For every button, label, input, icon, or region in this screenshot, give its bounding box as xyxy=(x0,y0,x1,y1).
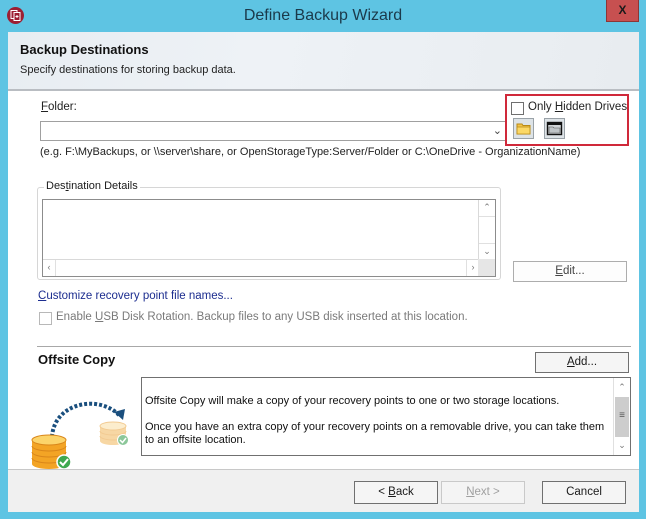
vertical-scrollbar[interactable]: ⌃ ⌄ xyxy=(478,200,495,260)
browse-folder-button[interactable] xyxy=(513,118,534,139)
offsite-description-text: Offsite Copy will make a copy of your re… xyxy=(145,395,609,447)
scroll-down-icon[interactable]: ⌄ xyxy=(479,243,495,260)
wizard-footer: < Back Next > Cancel xyxy=(8,469,639,512)
wizard-client-area: Backup Destinations Specify destinations… xyxy=(8,32,639,512)
title-bar: Define Backup Wizard X xyxy=(0,0,646,32)
scroll-thumb[interactable]: ≡ xyxy=(615,397,629,437)
horizontal-scrollbar[interactable]: ‹ › xyxy=(43,259,479,276)
folder-open-icon xyxy=(516,123,531,135)
vertical-scrollbar[interactable]: ⌃ ≡ ⌄ xyxy=(613,378,630,455)
usb-rotation-checkbox[interactable] xyxy=(39,312,52,325)
remote-check-icon xyxy=(117,434,129,446)
usb-rotation-label: Enable USB Disk Rotation. Backup files t… xyxy=(56,311,468,323)
page-subtitle: Specify destinations for storing backup … xyxy=(20,64,236,76)
scroll-left-icon[interactable]: ‹ xyxy=(43,260,56,276)
offsite-copy-description[interactable]: Offsite Copy will make a copy of your re… xyxy=(141,377,631,456)
add-offsite-button[interactable]: Add... xyxy=(535,352,629,373)
offsite-text-1: Offsite Copy will make a copy of your re… xyxy=(145,395,560,407)
drive-window-icon xyxy=(546,121,563,136)
offsite-text-2: Once you have an extra copy of your reco… xyxy=(145,421,605,446)
destination-details-label: Destination Details xyxy=(44,180,140,192)
offsite-copy-illustration xyxy=(30,392,140,472)
only-hidden-drives-checkbox[interactable] xyxy=(511,102,524,115)
scrollbar-corner xyxy=(478,259,495,276)
only-hidden-drives-label: Only Hidden Drives xyxy=(528,101,628,113)
browse-drive-button[interactable] xyxy=(544,118,565,139)
back-button[interactable]: < Back xyxy=(354,481,438,504)
page-title: Backup Destinations xyxy=(20,42,149,57)
chevron-down-icon[interactable]: ⌄ xyxy=(493,124,502,137)
offsite-copy-title: Offsite Copy xyxy=(38,352,116,367)
customize-recovery-point-link[interactable]: Customize recovery point file names... xyxy=(38,290,233,302)
close-button[interactable]: X xyxy=(606,0,639,22)
window-title: Define Backup Wizard xyxy=(243,7,403,24)
scroll-down-icon[interactable]: ⌄ xyxy=(614,438,630,453)
cancel-button[interactable]: Cancel xyxy=(542,481,626,504)
scroll-up-icon[interactable]: ⌃ xyxy=(479,200,495,217)
local-check-icon xyxy=(56,454,72,470)
next-button[interactable]: Next > xyxy=(441,481,525,504)
destination-details-list[interactable]: ⌃ ⌄ ‹ › xyxy=(42,199,496,277)
wizard-header: Backup Destinations Specify destinations… xyxy=(8,32,639,91)
section-divider xyxy=(37,346,631,347)
scroll-up-icon[interactable]: ⌃ xyxy=(614,380,630,395)
folder-label: Folder: xyxy=(41,101,77,113)
folder-hint: (e.g. F:\MyBackups, or \\server\share, o… xyxy=(40,146,581,158)
edit-button[interactable]: Edit... xyxy=(513,261,627,282)
folder-combobox[interactable]: ⌄ xyxy=(40,121,506,141)
